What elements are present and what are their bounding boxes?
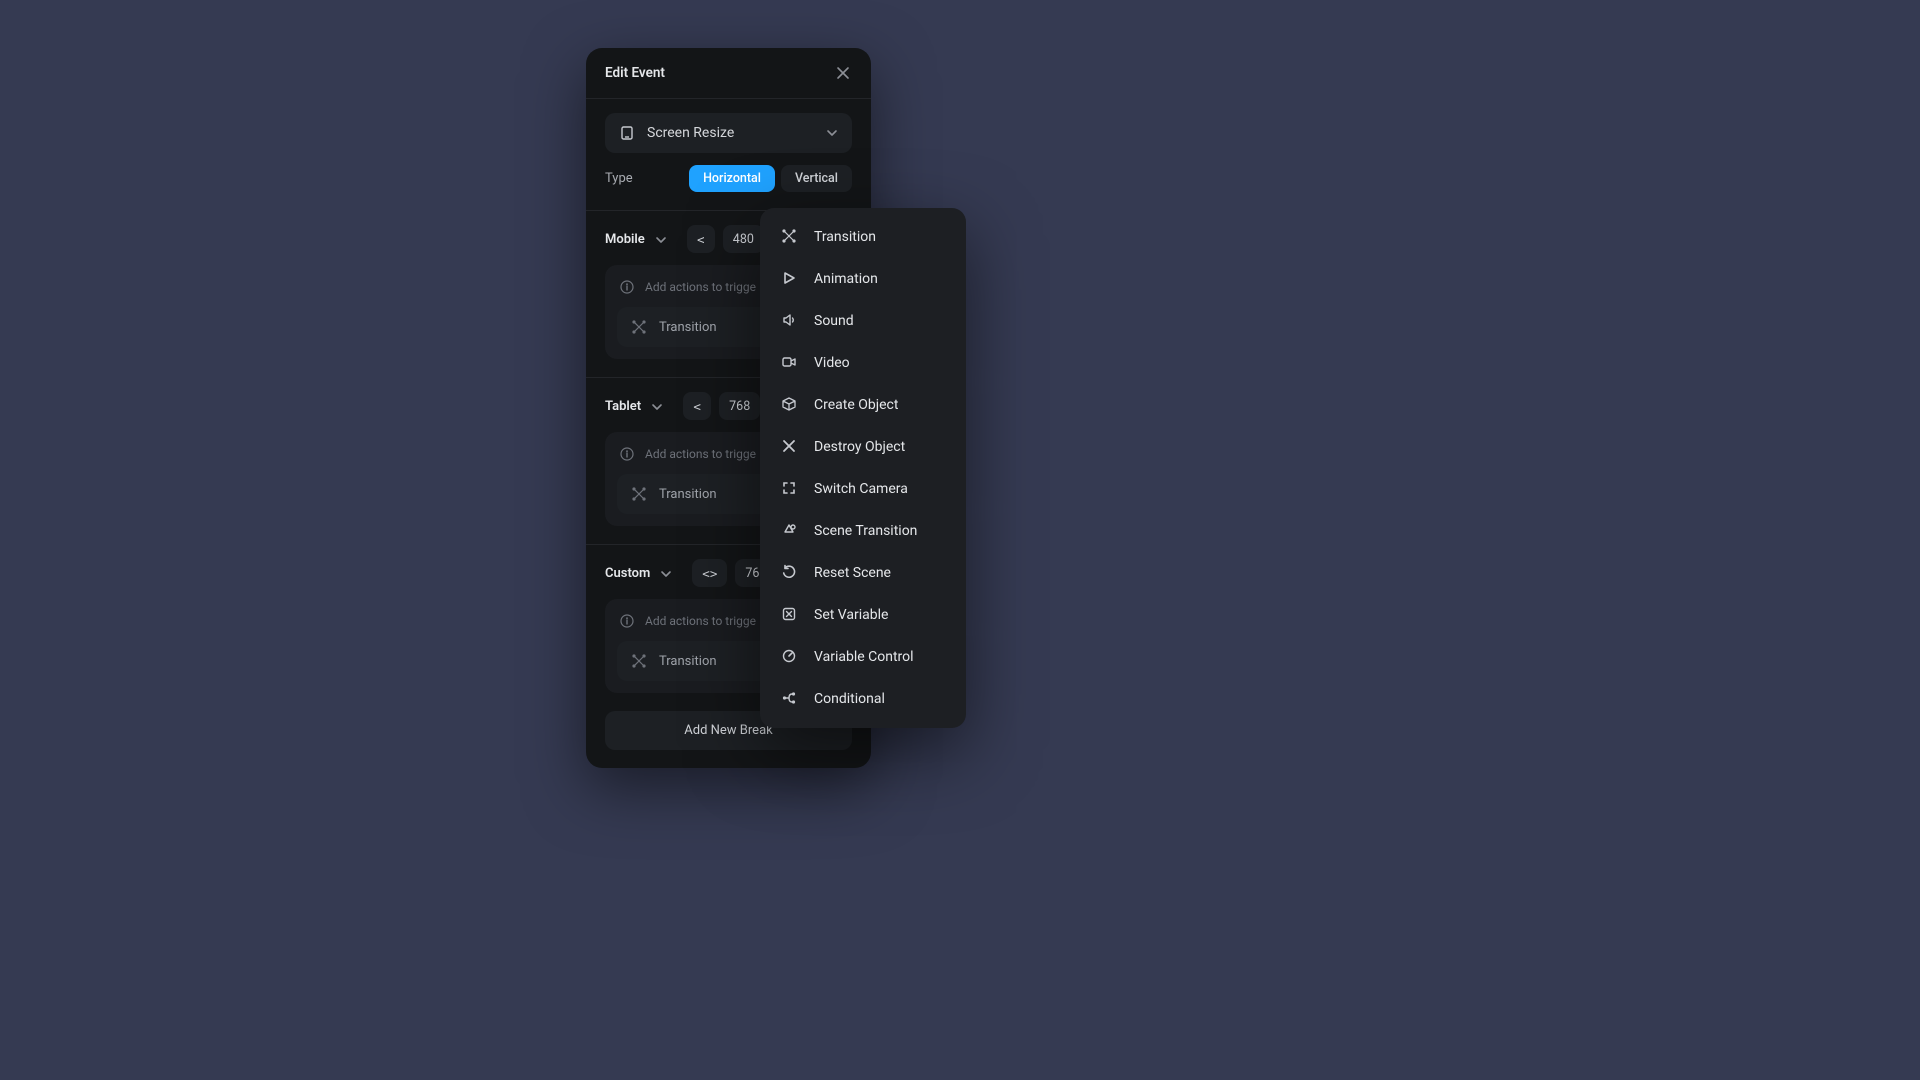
scene-transition-icon <box>780 521 800 541</box>
action-hint-text: Add actions to trigge <box>645 280 756 294</box>
close-icon <box>835 65 851 81</box>
menu-item-label: Destroy Object <box>814 439 905 455</box>
menu-item-label: Animation <box>814 271 878 287</box>
menu-item-video[interactable]: Video <box>760 342 966 384</box>
device-icon <box>617 123 637 143</box>
breakpoint-value[interactable]: 768 <box>719 392 760 420</box>
knob-icon <box>780 647 800 667</box>
action-chip-label: Transition <box>659 320 717 335</box>
action-hint-text: Add actions to trigge <box>645 447 756 461</box>
breakpoint-name[interactable]: Tablet <box>605 399 641 414</box>
menu-item-label: Sound <box>814 313 854 329</box>
video-icon <box>780 353 800 373</box>
transition-icon <box>629 484 649 504</box>
close-button[interactable] <box>834 64 852 82</box>
info-icon <box>617 277 637 297</box>
branch-icon <box>780 689 800 709</box>
menu-item-variable-control[interactable]: Variable Control <box>760 636 966 678</box>
play-icon <box>780 269 800 289</box>
x-icon <box>780 437 800 457</box>
cube-icon <box>780 395 800 415</box>
menu-item-label: Variable Control <box>814 649 914 665</box>
trigger-section: Screen Resize Type Horizontal Vertical <box>586 99 871 211</box>
menu-item-create-object[interactable]: Create Object <box>760 384 966 426</box>
speaker-icon <box>780 311 800 331</box>
menu-item-label: Switch Camera <box>814 481 908 497</box>
type-segmented: Horizontal Vertical <box>689 165 852 192</box>
menu-item-reset-scene[interactable]: Reset Scene <box>760 552 966 594</box>
menu-item-destroy-object[interactable]: Destroy Object <box>760 426 966 468</box>
breakpoint-operator[interactable]: < <box>687 225 715 253</box>
panel-title: Edit Event <box>605 65 665 81</box>
menu-item-label: Video <box>814 355 850 371</box>
fullscreen-icon <box>780 479 800 499</box>
chevron-down-icon[interactable] <box>653 232 667 246</box>
menu-item-switch-camera[interactable]: Switch Camera <box>760 468 966 510</box>
action-chip-label: Transition <box>659 654 717 669</box>
chevron-down-icon[interactable] <box>649 399 663 413</box>
breakpoint-name[interactable]: Custom <box>605 566 650 581</box>
undo-icon <box>780 563 800 583</box>
panel-header: Edit Event <box>586 48 871 99</box>
menu-item-label: Create Object <box>814 397 898 413</box>
info-icon <box>617 611 637 631</box>
menu-item-label: Reset Scene <box>814 565 891 581</box>
action-hint-text: Add actions to trigge <box>645 614 756 628</box>
type-row: Type Horizontal Vertical <box>605 165 852 192</box>
menu-item-conditional[interactable]: Conditional <box>760 678 966 720</box>
breakpoint-name[interactable]: Mobile <box>605 232 645 247</box>
action-chip-label: Transition <box>659 487 717 502</box>
menu-item-label: Scene Transition <box>814 523 917 539</box>
transition-icon <box>780 227 800 247</box>
chevron-down-icon <box>824 125 840 141</box>
trigger-select[interactable]: Screen Resize <box>605 113 852 153</box>
menu-item-sound[interactable]: Sound <box>760 300 966 342</box>
type-horizontal-button[interactable]: Horizontal <box>689 165 775 192</box>
menu-item-label: Transition <box>814 229 876 245</box>
type-label: Type <box>605 171 633 186</box>
chevron-down-icon[interactable] <box>658 566 672 580</box>
type-vertical-button[interactable]: Vertical <box>781 165 852 192</box>
menu-item-label: Set Variable <box>814 607 888 623</box>
transition-icon <box>629 651 649 671</box>
variable-icon <box>780 605 800 625</box>
breakpoint-operator[interactable]: <> <box>692 559 727 587</box>
menu-item-label: Conditional <box>814 691 885 707</box>
menu-item-scene-transition[interactable]: Scene Transition <box>760 510 966 552</box>
breakpoint-operator[interactable]: < <box>683 392 711 420</box>
action-menu: Transition Animation Sound Video Create … <box>760 208 966 728</box>
trigger-label: Screen Resize <box>647 125 734 141</box>
menu-item-set-variable[interactable]: Set Variable <box>760 594 966 636</box>
menu-item-animation[interactable]: Animation <box>760 258 966 300</box>
breakpoint-value[interactable]: 480 <box>723 225 764 253</box>
menu-item-transition[interactable]: Transition <box>760 216 966 258</box>
info-icon <box>617 444 637 464</box>
transition-icon <box>629 317 649 337</box>
